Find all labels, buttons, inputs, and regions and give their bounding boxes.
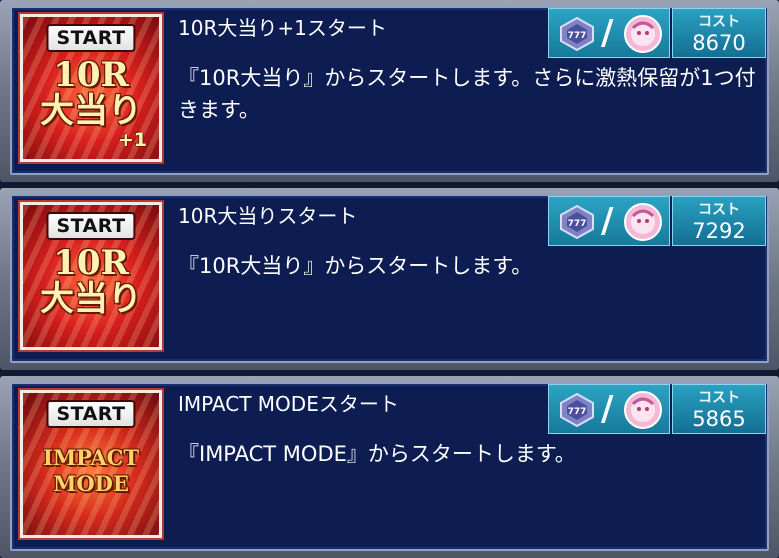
start-badge: START — [46, 24, 136, 52]
cost-box: コスト 7292 — [672, 196, 766, 246]
option-description: 『10R大当り』からスタートします。さらに激熱保留が1つ付きます。 — [178, 66, 756, 122]
option-title: IMPACT MODEスタート — [178, 392, 399, 416]
start-option-card[interactable]: START 10R 大当り +1 10R大当り+1スタート 『10R大当り』から… — [0, 0, 779, 182]
slash-separator: / — [601, 389, 614, 429]
option-description: 『IMPACT MODE』からスタートします。 — [178, 442, 576, 466]
option-title: 10R大当り+1スタート — [178, 16, 387, 40]
thumbnail-label: 10R 大当り — [40, 55, 142, 131]
character-icon — [624, 15, 662, 53]
svg-text:777: 777 — [568, 407, 587, 417]
currency-icons: 777 / — [548, 384, 670, 434]
svg-text:777: 777 — [568, 219, 587, 229]
cost-label: コスト — [698, 202, 740, 218]
start-badge: START — [46, 212, 136, 240]
gem-icon: 777 — [560, 393, 594, 427]
cost-value: 7292 — [692, 219, 746, 243]
currency-icons: 777 / — [548, 8, 670, 58]
gem-icon: 777 — [560, 205, 594, 239]
option-thumbnail: START 10R 大当り — [20, 202, 162, 350]
gem-icon: 777 — [560, 17, 594, 51]
cost-box: コスト 5865 — [672, 384, 766, 434]
cost-value: 8670 — [692, 31, 746, 55]
option-thumbnail: START IMPACT MODE — [20, 390, 162, 538]
option-thumbnail: START 10R 大当り +1 — [20, 14, 162, 162]
start-option-list: START 10R 大当り +1 10R大当り+1スタート 『10R大当り』から… — [0, 0, 779, 558]
option-title: 10R大当りスタート — [178, 204, 358, 228]
currency-icons: 777 / — [548, 196, 670, 246]
slash-separator: / — [601, 13, 614, 53]
card-panel: START 10R 大当り +1 10R大当り+1スタート 『10R大当り』から… — [10, 6, 769, 175]
character-icon — [624, 203, 662, 241]
cost-value: 5865 — [692, 407, 746, 431]
svg-text:777: 777 — [568, 31, 587, 41]
character-icon — [624, 391, 662, 429]
card-panel: START 10R 大当り 10R大当りスタート 『10R大当り』からスタートし… — [10, 194, 769, 363]
thumbnail-label: 10R 大当り — [40, 243, 142, 319]
cost-label: コスト — [698, 390, 740, 406]
thumbnail-plus-label: +1 — [117, 129, 147, 151]
slash-separator: / — [601, 201, 614, 241]
option-description: 『10R大当り』からスタートします。 — [178, 254, 533, 278]
start-option-card[interactable]: START IMPACT MODE IMPACT MODEスタート 『IMPAC… — [0, 376, 779, 558]
cost-label: コスト — [698, 14, 740, 30]
cost-box: コスト 8670 — [672, 8, 766, 58]
thumbnail-label: IMPACT MODE — [43, 445, 139, 496]
start-option-card[interactable]: START 10R 大当り 10R大当りスタート 『10R大当り』からスタートし… — [0, 188, 779, 370]
start-badge: START — [46, 400, 136, 428]
card-panel: START IMPACT MODE IMPACT MODEスタート 『IMPAC… — [10, 382, 769, 551]
